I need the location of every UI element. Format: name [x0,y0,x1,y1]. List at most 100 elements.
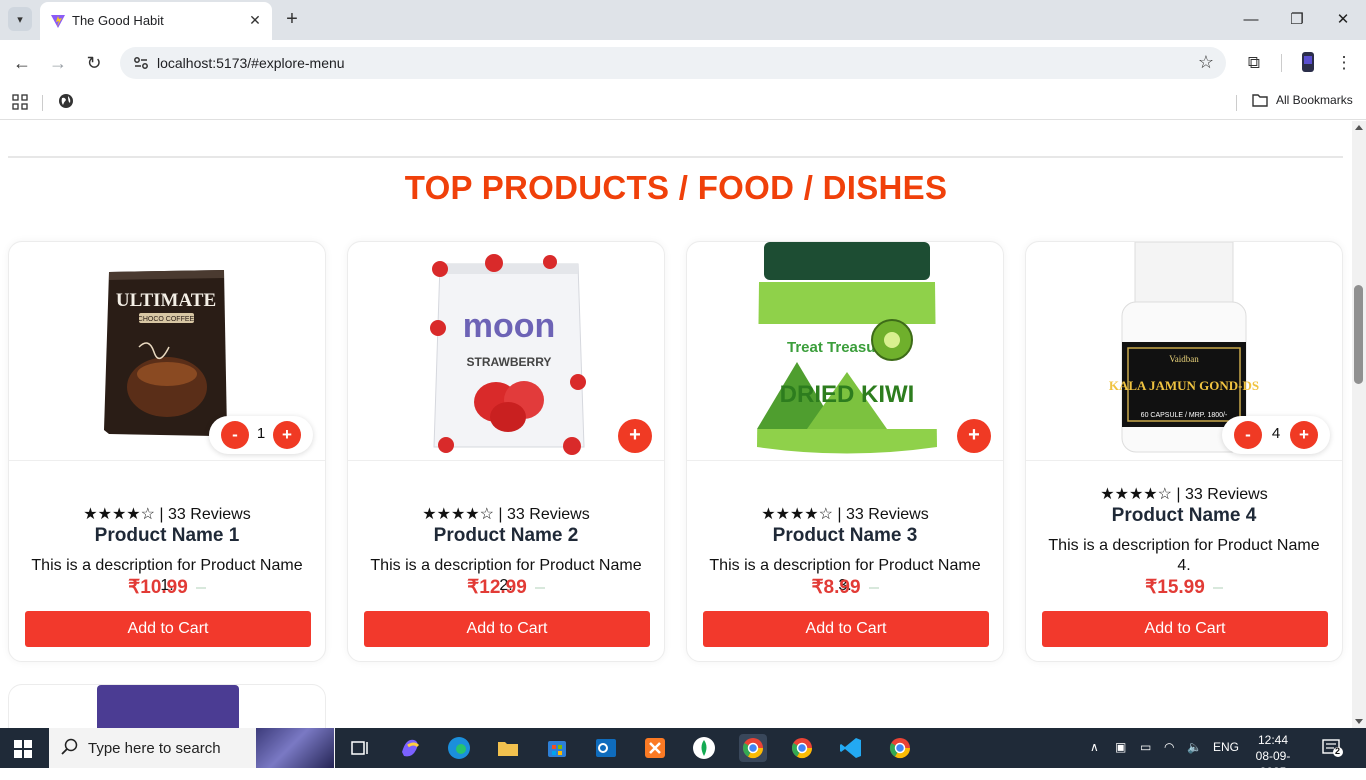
product-image: moon STRAWBERRY [348,242,664,461]
product-card [8,684,326,728]
svg-text:KALA JAMUN GOND-DS: KALA JAMUN GOND-DS [1109,378,1259,393]
strawberry-pack-image: moon STRAWBERRY [430,254,586,455]
reload-button[interactable]: ↻ [82,52,106,74]
restore-button[interactable]: ❐ [1282,8,1312,32]
search-icon [61,738,78,755]
back-button[interactable]: ← [10,52,34,74]
product-description: This is a description for Product Name 4… [1048,537,1320,574]
bookmark-divider [42,95,43,111]
decrease-quantity-button[interactable]: - [221,421,249,449]
show-hidden-icons-chevron-icon[interactable]: ∧ [1090,740,1099,754]
product-card: ULTIMATE CHOCO COFFEE - 1 + ★★★★☆ | 33 R… [8,241,326,662]
globe-icon[interactable] [58,93,74,109]
scroll-up-arrow[interactable] [1355,125,1363,130]
store-icon[interactable] [543,734,571,762]
windows-taskbar: Type here to search ∧ ▣ ▭ ◠ 🔈 ENG 12:44 … [0,728,1366,779]
clock-date: 08-09-2025 [1255,749,1291,779]
bookmark-star-icon[interactable]: ☆ [1198,52,1214,73]
copilot-icon[interactable] [396,734,424,762]
toolbar-divider [1281,54,1282,72]
product-rating: ★★★★☆ | 33 Reviews [761,506,929,523]
vscode-icon[interactable] [837,734,865,762]
add-item-button[interactable]: + [957,419,991,453]
meet-now-icon[interactable]: ▣ [1115,740,1126,754]
scroll-down-arrow[interactable] [1355,719,1363,724]
bookmarks-bar: All Bookmarks [0,86,1366,120]
svg-text:moon: moon [463,307,556,345]
all-bookmarks-button[interactable]: All Bookmarks [1252,93,1353,107]
product-rating: ★★★★☆ | 33 Reviews [83,506,251,523]
mongodb-compass-icon[interactable] [690,734,718,762]
section-title: TOP PRODUCTS / FOOD / DISHES [404,169,948,206]
clock-time: 12:44 [1257,733,1289,747]
menu-kebab-icon[interactable]: ⋮ [1333,52,1355,74]
battery-icon[interactable]: ▭ [1140,740,1151,754]
site-info-icon[interactable] [132,54,150,72]
product-image: Treat Treasure DRIED KIWI [687,242,1003,461]
clock[interactable]: 12:44 08-09-2025 [1246,732,1300,780]
increase-quantity-button[interactable]: + [273,421,301,449]
price-dash [1212,586,1223,589]
minimize-button[interactable]: — [1236,8,1266,32]
all-bookmarks-label: All Bookmarks [1276,93,1353,107]
product-card: Vaidban KALA JAMUN GOND-DS 60 CAPSULE / … [1025,241,1343,662]
file-explorer-icon[interactable] [494,734,522,762]
add-item-button[interactable]: + [618,419,652,453]
scroll-thumb[interactable] [1354,285,1363,384]
quantity-value: 4 [1271,425,1281,442]
search-placeholder: Type here to search [88,740,221,757]
active-tab[interactable]: The Good Habit ✕ [40,2,272,40]
notification-icon [1322,739,1343,757]
product-image [97,685,239,728]
tab-search-button[interactable]: ▾ [8,7,32,31]
vite-favicon-icon [51,15,65,28]
apps-grid-icon[interactable] [12,94,28,110]
xampp-icon[interactable] [641,734,669,762]
windows-start-icon[interactable] [14,740,32,758]
section-divider [8,156,1343,158]
price-text: ₹15.99 [1145,577,1205,598]
price-dash [868,586,879,589]
svg-text:CHOCO COFFEE: CHOCO COFFEE [138,316,195,323]
chrome-active-icon[interactable] [739,734,767,762]
svg-text:60 CAPSULE / MRP. 1800/-: 60 CAPSULE / MRP. 1800/- [1141,412,1228,419]
language-indicator[interactable]: ENG [1213,740,1239,754]
address-bar[interactable]: localhost:5173/#explore-menu ☆ [120,47,1226,79]
product-name: Product Name 2 [433,525,579,546]
profile-avatar[interactable] [1297,52,1319,74]
edge-icon[interactable] [445,734,473,762]
extensions-icon[interactable]: ⧉ [1243,52,1265,74]
outlook-icon[interactable] [592,734,620,762]
task-view-icon[interactable] [346,734,374,762]
product-name: Product Name 4 [1111,505,1257,526]
close-window-button[interactable]: ✕ [1328,8,1358,32]
volume-icon[interactable]: 🔈 [1187,740,1202,754]
notifications-button[interactable]: 2 [1322,738,1344,758]
browser-toolbar: ← → ↻ localhost:5173/#explore-menu ☆ ⧉ ⋮ [0,40,1366,86]
new-tab-button[interactable]: + [282,8,302,30]
product-name: Product Name 1 [94,525,240,546]
product-price: ₹12.99 [348,576,664,599]
quantity-stepper: - 4 + [1222,416,1330,454]
chrome-profile-b-icon[interactable] [886,734,914,762]
svg-text:STRAWBERRY: STRAWBERRY [467,355,552,369]
chrome-profile-a-icon[interactable] [788,734,816,762]
add-to-cart-button[interactable]: Add to Cart [1042,611,1328,647]
quantity-value: 1 [256,425,266,442]
svg-text:Vaidban: Vaidban [1169,354,1199,364]
wifi-icon[interactable]: ◠ [1164,740,1174,754]
price-dash [195,586,206,589]
product-card: Treat Treasure DRIED KIWI + ★★★★☆ | 33 R… [686,241,1004,662]
forward-button[interactable]: → [46,52,70,74]
svg-text:DRIED KIWI: DRIED KIWI [780,381,915,408]
increase-quantity-button[interactable]: + [1290,421,1318,449]
page-scrollbar[interactable] [1352,121,1366,728]
add-to-cart-button[interactable]: Add to Cart [25,611,311,647]
bookmark-divider [1236,95,1237,111]
price-text: ₹12.99 [467,577,527,598]
add-to-cart-button[interactable]: Add to Cart [703,611,989,647]
tab-close-icon[interactable]: ✕ [246,11,264,29]
add-to-cart-button[interactable]: Add to Cart [364,611,650,647]
decrease-quantity-button[interactable]: - [1234,421,1262,449]
price-dash [534,586,545,589]
